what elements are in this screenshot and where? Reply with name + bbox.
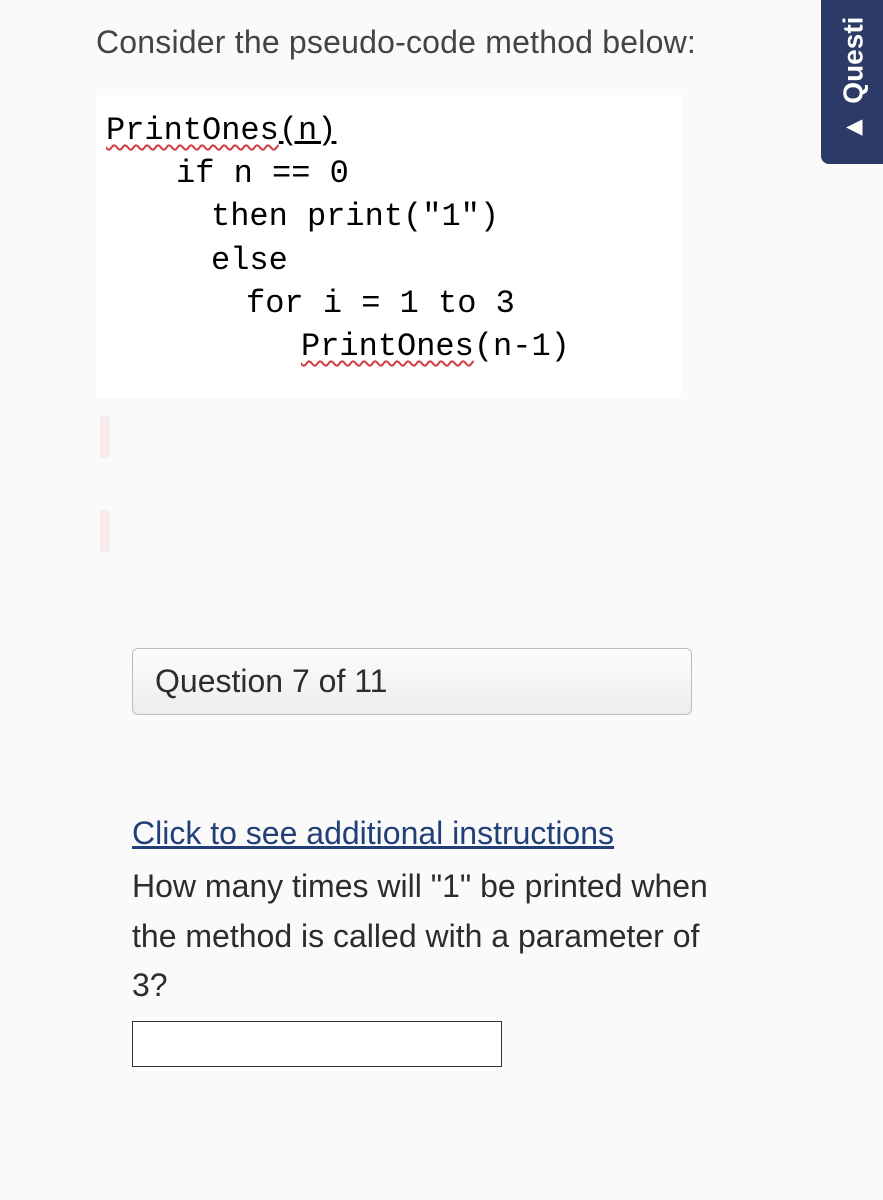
question-progress-bar: Question 7 of 11 [132,648,692,715]
redaction-mark [100,416,110,458]
question-nav-tab[interactable]: ▲ Questi [821,0,883,164]
intro-text: Consider the pseudo-code method below: [96,24,823,61]
question-body: Click to see additional instructions How… [96,815,736,1067]
code-line-6: PrintOnes(n-1) [106,325,671,368]
side-tab-label: Questi [837,17,869,104]
code-line-4: else [106,239,671,282]
pseudocode-block: PrintOnes(n) if n == 0 then print("1") e… [96,95,681,398]
redaction-mark [100,510,110,552]
code-line-3: then print("1") [106,195,671,238]
code-line-2: if n == 0 [106,152,671,195]
code-line-1: PrintOnes(n) [106,109,671,152]
answer-input[interactable] [132,1021,502,1067]
code-token-printones: PrintOnes [106,112,279,149]
code-token-printones-rec: PrintOnes [301,328,474,365]
code-line-5: for i = 1 to 3 [106,282,671,325]
side-tab-inner: ▲ Questi [837,17,869,142]
question-content: Consider the pseudo-code method below: P… [0,0,883,1067]
question-prompt: How many times will "1" be printed when … [132,862,736,1011]
additional-instructions-link[interactable]: Click to see additional instructions [132,815,614,852]
triangle-up-icon: ▲ [837,114,869,142]
